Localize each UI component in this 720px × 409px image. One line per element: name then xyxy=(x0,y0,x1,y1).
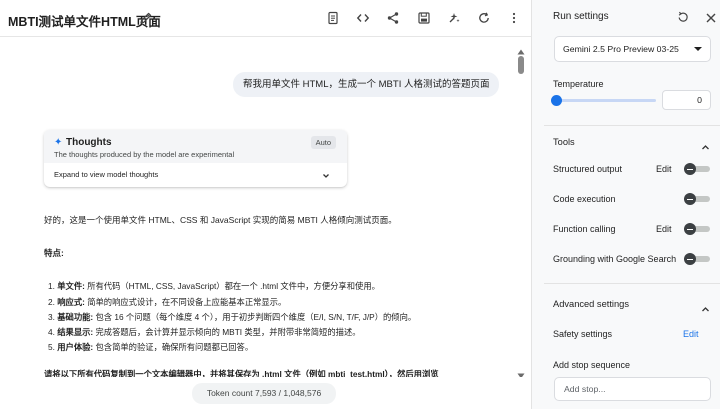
scrollbar-thumb[interactable] xyxy=(518,56,524,74)
feature-label: 基础功能: xyxy=(57,312,94,322)
feature-label: 响应式: xyxy=(57,297,85,307)
edit-title-icon[interactable] xyxy=(139,11,153,25)
temperature-slider[interactable] xyxy=(556,99,656,102)
tool-function-calling: Function calling xyxy=(553,224,616,234)
run-settings-panel: Run settings Gemini 2.5 Pro Preview 03-2… xyxy=(531,0,720,409)
refresh-icon[interactable] xyxy=(477,11,491,25)
tools-title: Tools xyxy=(553,137,575,147)
feature-number: 4. xyxy=(48,327,55,337)
scroll-up-arrow-icon[interactable] xyxy=(517,42,525,55)
thoughts-panel[interactable]: ✦ Thoughts The thoughts produced by the … xyxy=(44,130,347,187)
more-icon[interactable] xyxy=(507,11,521,25)
feature-item: 5. 用户体验: 包含简单的验证，确保所有问题都已回答。 xyxy=(48,341,253,353)
model-name: Gemini 2.5 Pro Preview 03-25 xyxy=(563,44,679,54)
feature-text: 所有代码（HTML, CSS, JavaScript）都在一个 .html 文件… xyxy=(84,281,380,291)
structured-output-edit-link[interactable]: Edit xyxy=(656,164,672,174)
tool-structured-output: Structured output xyxy=(553,164,623,174)
save-icon[interactable] xyxy=(417,11,431,25)
chat-scrollbar[interactable] xyxy=(515,42,527,372)
advanced-settings-title: Advanced settings xyxy=(553,299,629,309)
close-icon[interactable] xyxy=(705,11,717,23)
stop-sequence-label: Add stop sequence xyxy=(553,360,631,370)
feature-item: 2. 响应式: 简单的响应式设计，在不同设备上应能基本正常显示。 xyxy=(48,296,286,308)
feature-number: 2. xyxy=(48,297,55,307)
chevron-up-icon[interactable] xyxy=(701,139,710,150)
function-calling-edit-link[interactable]: Edit xyxy=(656,224,672,234)
chevron-down-icon[interactable] xyxy=(321,168,331,178)
temperature-label: Temperature xyxy=(553,79,604,89)
thoughts-subtitle: The thoughts produced by the model are e… xyxy=(54,150,235,159)
share-icon[interactable] xyxy=(386,11,400,25)
temperature-input[interactable]: 0 xyxy=(662,90,711,110)
response-intro: 好的，这是一个使用单文件 HTML、CSS 和 JavaScript 实现的简易… xyxy=(44,215,397,225)
feature-text: 包含 16 个问题（每个维度 4 个），用于初步判断四个维度（E/I, S/N,… xyxy=(93,312,417,322)
prompt-title: MBTI测试单文件HTML页面 xyxy=(8,15,161,29)
structured-output-toggle[interactable] xyxy=(684,163,710,175)
feature-number: 5. xyxy=(48,342,55,352)
temperature-slider-thumb[interactable] xyxy=(550,95,562,106)
reset-settings-icon[interactable] xyxy=(676,10,690,24)
chat-pane: MBTI测试单文件HTML页面 帮我用单文件 HTML，生成一个 MBTI 人格… xyxy=(0,0,531,409)
feature-text: 简单的响应式设计，在不同设备上应能基本正常显示。 xyxy=(84,297,287,307)
feature-item: 4. 结果显示: 完成答题后，会计算并显示倾向的 MBTI 类型，并附带非常简短… xyxy=(48,326,361,338)
code-icon[interactable] xyxy=(356,11,370,25)
tool-code-execution: Code execution xyxy=(553,194,616,204)
feature-label: 单文件: xyxy=(57,281,85,291)
chevron-up-icon[interactable] xyxy=(701,301,710,312)
stop-sequence-input[interactable]: Add stop... xyxy=(554,377,711,401)
expand-thoughts-link[interactable]: Expand to view model thoughts xyxy=(54,170,158,179)
feature-number: 3. xyxy=(48,312,55,322)
thoughts-header: ✦ Thoughts The thoughts produced by the … xyxy=(44,130,347,163)
safety-settings-label: Safety settings xyxy=(553,329,613,339)
document-icon[interactable] xyxy=(326,11,340,25)
feature-label: 用户体验: xyxy=(57,342,94,352)
scroll-down-arrow-icon[interactable] xyxy=(517,366,525,379)
token-count: Token count 7,593 / 1,048,576 xyxy=(192,383,336,404)
user-message: 帮我用单文件 HTML，生成一个 MBTI 人格测试的答题页面 xyxy=(233,72,500,97)
grounding-search-toggle[interactable] xyxy=(684,253,710,265)
sparkle-icon: ✦ xyxy=(54,137,63,148)
compare-icon[interactable] xyxy=(447,11,461,25)
chat-header: MBTI测试单文件HTML页面 xyxy=(0,0,531,37)
tool-grounding-search: Grounding with Google Search xyxy=(553,254,677,264)
dropdown-caret-icon xyxy=(694,47,702,51)
auto-badge: Auto xyxy=(310,136,336,149)
safety-settings-edit-link[interactable]: Edit xyxy=(683,329,699,339)
features-heading: 特点: xyxy=(44,248,64,258)
code-execution-toggle[interactable] xyxy=(684,193,710,205)
feature-text: 完成答题后，会计算并显示倾向的 MBTI 类型，并附带非常简短的描述。 xyxy=(93,327,361,337)
feature-item: 1. 单文件: 所有代码（HTML, CSS, JavaScript）都在一个 … xyxy=(48,280,380,292)
thoughts-title: Thoughts xyxy=(66,137,112,148)
feature-item: 3. 基础功能: 包含 16 个问题（每个维度 4 个），用于初步判断四个维度（… xyxy=(48,311,416,323)
run-settings-title: Run settings xyxy=(553,11,609,22)
chat-scroll-area[interactable]: 帮我用单文件 HTML，生成一个 MBTI 人格测试的答题页面 ✦ Though… xyxy=(0,38,531,381)
feature-number: 1. xyxy=(48,281,55,291)
feature-text: 包含简单的验证，确保所有问题都已回答。 xyxy=(93,342,254,352)
function-calling-toggle[interactable] xyxy=(684,223,710,235)
divider xyxy=(544,283,720,284)
divider xyxy=(544,125,720,126)
feature-label: 结果显示: xyxy=(57,327,94,337)
model-selector[interactable]: Gemini 2.5 Pro Preview 03-25 xyxy=(554,36,711,62)
